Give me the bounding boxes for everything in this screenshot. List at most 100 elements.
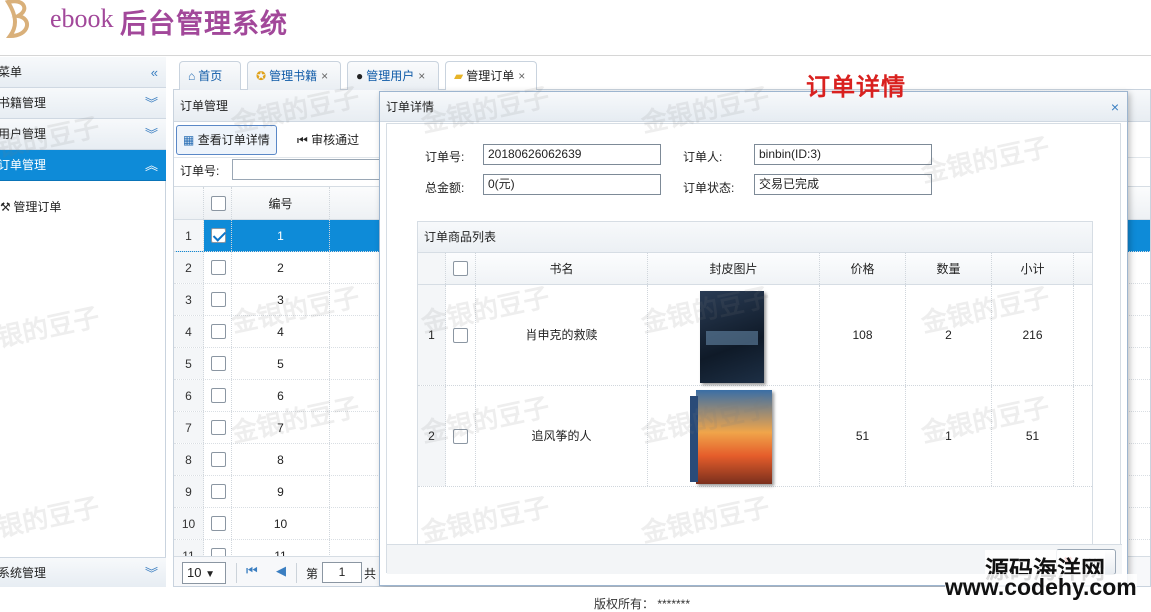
tab-manage-orders[interactable]: ▰ 管理订单 × — [445, 61, 537, 91]
hammer-icon: ⚒ — [0, 200, 11, 214]
quantity: 1 — [906, 386, 992, 486]
row-checkbox[interactable] — [211, 420, 226, 435]
cover-cell — [648, 386, 820, 486]
chevron-down-icon[interactable]: ︾ — [145, 558, 158, 589]
order-id: 3 — [232, 284, 330, 315]
chevron-down-icon[interactable]: ︾ — [145, 88, 158, 119]
sidebar-section-system[interactable]: 系统管理 ︾ — [0, 557, 166, 588]
sidebar-section-label: 系统管理 — [0, 566, 47, 580]
header-check-cell — [204, 187, 232, 219]
home-icon: ⌂ — [188, 69, 196, 83]
select-all-items-checkbox[interactable] — [453, 261, 468, 276]
chevron-up-icon[interactable]: ︽ — [145, 150, 158, 181]
book-name: 追风筝的人 — [476, 386, 648, 486]
order-no-search-label: 订单号: — [180, 164, 220, 178]
row-check-cell — [204, 348, 232, 379]
row-check-cell — [204, 316, 232, 347]
sidebar-item-manage-orders[interactable]: ⚒ 管理订单 — [0, 197, 61, 217]
header-quantity: 数量 — [906, 253, 992, 284]
page-size-value: 10 — [187, 565, 202, 580]
header-rownum — [174, 187, 204, 219]
tab-home[interactable]: ⌂ 首页 — [179, 61, 241, 91]
page-number-input[interactable]: 1 — [322, 562, 362, 583]
order-items-title: 订单商品列表 — [418, 222, 1092, 253]
select-all-checkbox[interactable] — [211, 196, 226, 211]
row-number: 5 — [174, 348, 204, 379]
logo-text-en: ebook — [50, 4, 114, 33]
tab-manage-users[interactable]: ● 管理用户 × — [347, 61, 439, 91]
row-checkbox[interactable] — [211, 228, 226, 243]
row-check-cell — [204, 508, 232, 539]
order-items-panel: 订单商品列表 书名 封皮图片 价格 数量 小计 1 肖申克的救赎 108 2 2… — [417, 221, 1093, 551]
sidebar-section-label: 订单管理 — [0, 158, 47, 172]
order-id: 7 — [232, 412, 330, 443]
dialog-body: 订单号: 20180626062639 订单人: binbin(ID:3) 总金… — [386, 123, 1122, 575]
divider — [236, 563, 237, 583]
order-no-field[interactable]: 20180626062639 — [483, 144, 661, 165]
sidebar-menu-title: 菜单 — [0, 65, 23, 79]
row-checkbox[interactable] — [211, 516, 226, 531]
logo-icon — [4, 0, 29, 39]
prev-page-icon[interactable]: ◀ — [276, 563, 286, 579]
order-id: 8 — [232, 444, 330, 475]
order-item-row[interactable]: 1 肖申克的救赎 108 2 216 — [418, 285, 1092, 386]
subtotal: 216 — [992, 285, 1074, 385]
total-pages-label: 共 — [364, 567, 377, 581]
row-check-cell — [204, 252, 232, 283]
order-detail-dialog: 订单详情 × 订单号: 20180626062639 订单人: binbin(I… — [379, 91, 1128, 586]
sidebar-section-users[interactable]: 用户管理 ︾ — [0, 119, 166, 150]
close-icon[interactable]: × — [1111, 92, 1119, 122]
sidebar-section-books[interactable]: 书籍管理 ︾ — [0, 88, 166, 119]
order-items-header: 书名 封皮图片 价格 数量 小计 — [418, 253, 1092, 285]
header-subtotal: 小计 — [992, 253, 1074, 284]
sidebar-section-label: 书籍管理 — [0, 96, 47, 110]
row-checkbox[interactable] — [453, 328, 468, 343]
order-item-row[interactable]: 2 追风筝的人 51 1 51 — [418, 386, 1092, 487]
sidebar-section-orders[interactable]: 订单管理 ︽ — [0, 150, 166, 181]
row-checkbox[interactable] — [211, 356, 226, 371]
quantity: 2 — [906, 285, 992, 385]
row-checkbox[interactable] — [211, 260, 226, 275]
chevron-down-icon[interactable]: ︾ — [145, 119, 158, 150]
tab-bar: ⌂ 首页 ✪ 管理书籍 × ● 管理用户 × ▰ 管理订单 × — [173, 58, 1151, 91]
orderer-field[interactable]: binbin(ID:3) — [754, 144, 932, 165]
approve-button[interactable]: ⏮ 审核通过 — [290, 125, 366, 155]
price: 108 — [820, 285, 906, 385]
orderer-label: 订单人: — [683, 150, 723, 164]
order-status-field[interactable]: 交易已完成 — [754, 174, 932, 195]
total-amount-field[interactable]: 0(元) — [483, 174, 661, 195]
row-checkbox[interactable] — [211, 324, 226, 339]
book-name: 肖申克的救赎 — [476, 285, 648, 385]
row-number: 1 — [418, 285, 446, 385]
page-label: 第 — [306, 567, 319, 581]
row-checkbox[interactable] — [453, 429, 468, 444]
view-order-detail-button[interactable]: ▦ 查看订单详情 — [176, 125, 277, 155]
row-check-cell — [204, 476, 232, 507]
screenshot-caption: 订单详情 — [806, 74, 906, 101]
dialog-title: 订单详情 × — [380, 92, 1127, 122]
page-size-select[interactable]: 10 ▼ — [182, 562, 226, 584]
row-checkbox[interactable] — [211, 292, 226, 307]
row-checkbox[interactable] — [211, 452, 226, 467]
row-number: 9 — [174, 476, 204, 507]
logo-text-cn: 后台管理系统 — [120, 9, 288, 39]
first-page-icon[interactable]: ⏮ — [246, 563, 258, 579]
close-icon[interactable]: × — [518, 69, 525, 83]
row-number: 7 — [174, 412, 204, 443]
button-label: 查看订单详情 — [197, 133, 270, 147]
order-id: 2 — [232, 252, 330, 283]
tab-label: 管理书籍 — [269, 69, 318, 83]
row-check-cell — [204, 444, 232, 475]
row-number: 6 — [174, 380, 204, 411]
row-check-cell — [204, 412, 232, 443]
row-checkbox[interactable] — [211, 388, 226, 403]
tab-manage-books[interactable]: ✪ 管理书籍 × — [247, 61, 341, 91]
collapse-left-icon[interactable]: « — [151, 57, 158, 88]
medal-icon: ✪ — [256, 69, 267, 83]
order-status-label: 订单状态: — [683, 181, 735, 195]
order-id: 9 — [232, 476, 330, 507]
close-icon[interactable]: × — [321, 69, 328, 83]
row-number: 2 — [174, 252, 204, 283]
row-checkbox[interactable] — [211, 484, 226, 499]
close-icon[interactable]: × — [418, 69, 425, 83]
